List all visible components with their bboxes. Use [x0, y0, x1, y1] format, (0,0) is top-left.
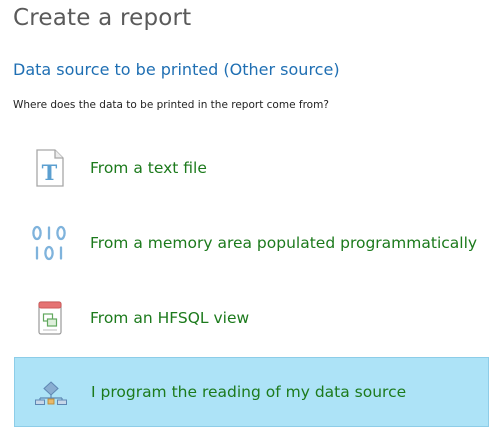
hfsql-view-icon: [30, 297, 70, 339]
option-hfsql-view[interactable]: From an HFSQL view: [14, 283, 489, 353]
option-text-file[interactable]: T From a text file: [14, 133, 489, 203]
option-program-reading[interactable]: I program the reading of my data source: [14, 357, 489, 427]
source-question: Where does the data to be printed in the…: [13, 99, 329, 111]
option-label: I program the reading of my data source: [91, 383, 407, 401]
option-memory-area[interactable]: From a memory area populated programmati…: [14, 208, 489, 278]
page-title: Create a report: [13, 5, 192, 31]
option-label: From a text file: [90, 159, 207, 177]
option-label: From a memory area populated programmati…: [90, 234, 478, 252]
binary-memory-icon: [30, 222, 70, 264]
section-title: Data source to be printed (Other source): [13, 60, 340, 79]
program-data-source-icon: [31, 371, 71, 413]
svg-text:T: T: [42, 160, 58, 185]
option-label: From an HFSQL view: [90, 309, 250, 327]
text-file-icon: T: [30, 147, 70, 189]
